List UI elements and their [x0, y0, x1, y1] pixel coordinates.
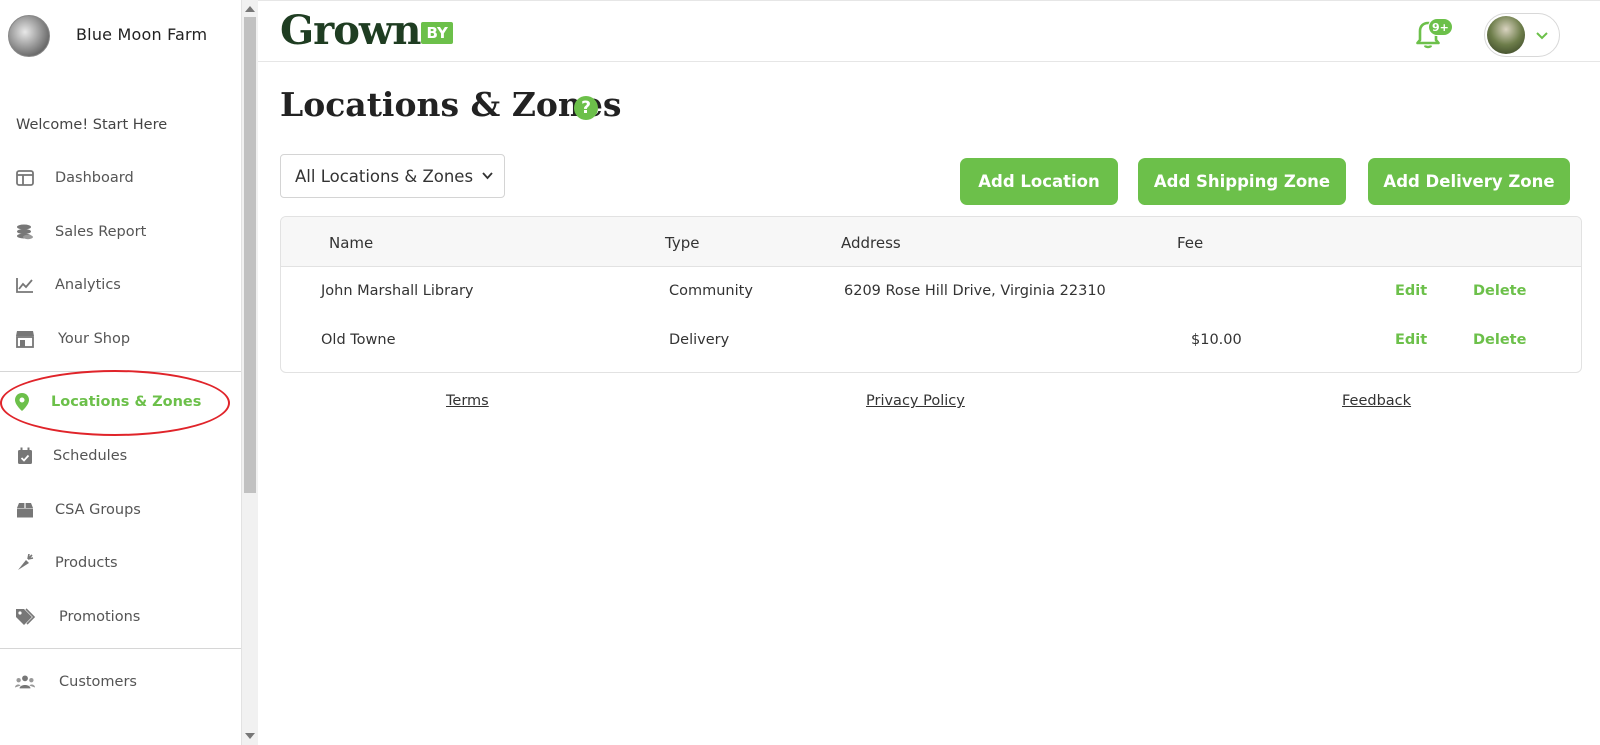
- column-header-type: Type: [665, 234, 700, 252]
- sidebar-item-customers[interactable]: Customers: [0, 662, 241, 702]
- sidebar-item-products[interactable]: Products: [0, 543, 241, 583]
- scroll-thumb[interactable]: [244, 17, 256, 493]
- sidebar-item-label: CSA Groups: [55, 502, 141, 518]
- cell-fee: $10.00: [1191, 332, 1242, 348]
- feedback-link[interactable]: Feedback: [1342, 393, 1411, 409]
- welcome-link[interactable]: Welcome! Start Here: [16, 117, 167, 133]
- sidebar-item-label: Customers: [59, 674, 137, 690]
- user-avatar: [1487, 16, 1525, 54]
- chevron-down-icon: [482, 172, 493, 180]
- chart-line-icon: [15, 275, 35, 295]
- coins-icon: [15, 222, 35, 242]
- locations-table: Name Type Address Fee John Marshall Libr…: [280, 216, 1582, 373]
- farm-header[interactable]: Blue Moon Farm: [8, 15, 207, 57]
- map-pin-icon: [12, 392, 32, 412]
- sidebar-scrollbar[interactable]: [241, 0, 258, 745]
- sidebar-item-label: Analytics: [55, 277, 121, 293]
- add-location-button[interactable]: Add Location: [960, 158, 1118, 205]
- top-bar: Grown BY 9+: [258, 0, 1600, 62]
- sidebar-item-label: Products: [55, 555, 118, 571]
- filter-selected-value: All Locations & Zones: [295, 166, 474, 186]
- sidebar-item-sales-report[interactable]: Sales Report: [0, 212, 241, 252]
- cell-name: Old Towne: [321, 332, 396, 348]
- delete-link[interactable]: Delete: [1473, 332, 1526, 348]
- cell-address: 6209 Rose Hill Drive, Virginia 22310: [844, 283, 1106, 299]
- farm-name: Blue Moon Farm: [76, 25, 208, 44]
- user-menu[interactable]: [1484, 13, 1560, 57]
- privacy-policy-link[interactable]: Privacy Policy: [866, 393, 965, 409]
- cell-type: Delivery: [669, 332, 730, 348]
- terms-link[interactable]: Terms: [446, 393, 489, 409]
- column-header-fee: Fee: [1177, 234, 1204, 252]
- add-shipping-zone-button[interactable]: Add Shipping Zone: [1138, 158, 1346, 205]
- scroll-up-arrow-icon[interactable]: [245, 6, 255, 12]
- column-header-name: Name: [329, 234, 374, 252]
- tags-icon: [15, 607, 35, 627]
- sidebar-item-label: Locations & Zones: [51, 394, 202, 410]
- edit-link[interactable]: Edit: [1395, 283, 1427, 299]
- dashboard-icon: [15, 168, 35, 188]
- sidebar-item-label: Your Shop: [58, 331, 131, 347]
- sidebar-item-your-shop[interactable]: Your Shop: [0, 319, 241, 359]
- sidebar: Blue Moon Farm Welcome! Start Here Dashb…: [0, 0, 241, 745]
- sidebar-divider: [0, 371, 241, 372]
- box-icon: [15, 500, 35, 520]
- table-header: Name Type Address Fee: [281, 217, 1581, 267]
- sidebar-item-schedules[interactable]: Schedules: [0, 436, 241, 476]
- logo-text: Grown: [280, 7, 421, 54]
- table-row: John Marshall Library Community 6209 Ros…: [281, 267, 1581, 317]
- sidebar-item-label: Promotions: [59, 609, 141, 625]
- sidebar-item-locations-zones[interactable]: Locations & Zones: [0, 382, 241, 422]
- sidebar-divider: [0, 648, 241, 649]
- add-delivery-zone-button[interactable]: Add Delivery Zone: [1368, 158, 1570, 205]
- edit-link[interactable]: Edit: [1395, 332, 1427, 348]
- logo-badge: BY: [421, 22, 453, 44]
- sidebar-item-dashboard[interactable]: Dashboard: [0, 158, 241, 198]
- scroll-down-arrow-icon[interactable]: [245, 733, 255, 739]
- sidebar-item-csa-groups[interactable]: CSA Groups: [0, 490, 241, 530]
- delete-link[interactable]: Delete: [1473, 283, 1526, 299]
- carrot-icon: [15, 553, 35, 573]
- sidebar-item-label: Dashboard: [55, 170, 134, 186]
- notification-badge: 9+: [1428, 18, 1453, 36]
- main-content: Locations & Zones ? All Locations & Zone…: [258, 63, 1600, 745]
- chevron-down-icon: [1536, 32, 1548, 40]
- sidebar-item-analytics[interactable]: Analytics: [0, 265, 241, 305]
- column-header-address: Address: [841, 234, 901, 252]
- calendar-check-icon: [15, 446, 35, 466]
- grownby-logo[interactable]: Grown BY: [280, 9, 453, 53]
- location-type-filter[interactable]: All Locations & Zones: [280, 154, 505, 198]
- sidebar-item-label: Schedules: [53, 448, 128, 464]
- cell-name: John Marshall Library: [321, 283, 474, 299]
- table-row: Old Towne Delivery $10.00 Edit Delete: [281, 317, 1581, 367]
- sidebar-item-promotions[interactable]: Promotions: [0, 597, 241, 637]
- help-icon[interactable]: ?: [574, 96, 598, 120]
- store-icon: [15, 329, 35, 349]
- farm-avatar: [8, 15, 50, 57]
- sidebar-item-label: Sales Report: [55, 224, 147, 240]
- users-icon: [15, 672, 35, 692]
- cell-type: Community: [669, 283, 753, 299]
- page-title: Locations & Zones: [280, 85, 622, 124]
